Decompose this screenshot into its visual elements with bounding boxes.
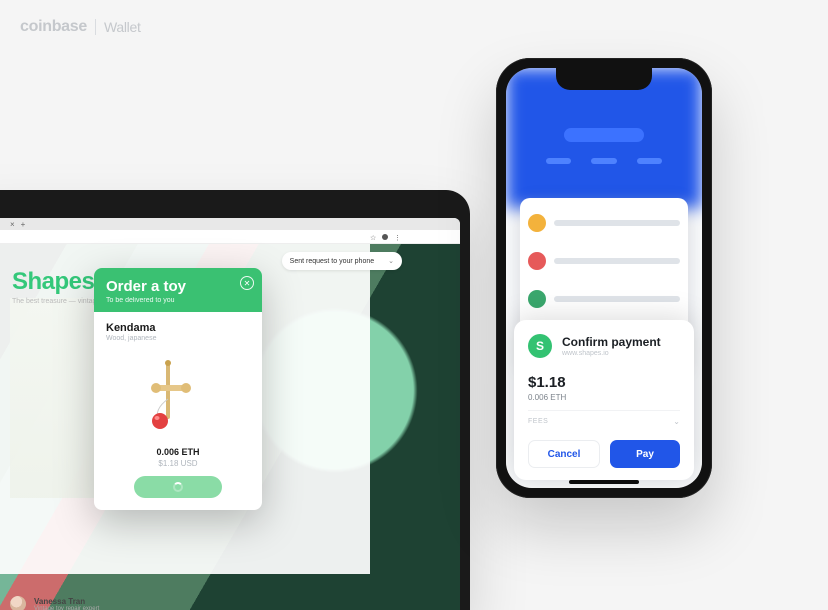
product-name: Wallet xyxy=(104,19,141,35)
avatar xyxy=(10,596,26,610)
phone-screen: S Confirm payment www.shapes.io $1.18 0.… xyxy=(506,68,702,488)
blur-row xyxy=(528,290,680,308)
pay-button[interactable]: Pay xyxy=(610,440,680,468)
page-title: Shapes xyxy=(12,268,94,296)
amount-eth: 0.006 ETH xyxy=(528,393,680,402)
item-price-eth: 0.006 ETH xyxy=(106,447,250,457)
merchant-avatar: S xyxy=(528,334,552,358)
author-strip: Vanessa Tran Vintage toy repair expert xyxy=(10,596,99,610)
sheet-actions: Cancel Pay xyxy=(528,440,680,468)
fees-row[interactable]: FEES ⌄ xyxy=(528,410,680,426)
tab-close-icon[interactable]: × xyxy=(10,220,15,229)
status-text: Sent request to your phone xyxy=(290,258,374,265)
author-name: Vanessa Tran xyxy=(34,597,99,606)
brand-name: coinbase xyxy=(20,18,87,36)
fees-label: FEES xyxy=(528,418,548,425)
blur-row xyxy=(528,214,680,232)
blur-pill xyxy=(564,128,644,142)
close-icon[interactable]: ✕ xyxy=(240,276,254,290)
browser-toolbar: ☆ ⋮ xyxy=(0,230,460,244)
status-pill[interactable]: Sent request to your phone ⌄ xyxy=(282,252,402,270)
item-description: Wood, japanese xyxy=(106,335,250,342)
author-role: Vintage toy repair expert xyxy=(34,606,99,610)
phone-notch xyxy=(556,68,652,90)
merchant-initial: S xyxy=(536,339,544,353)
modal-title: Order a toy xyxy=(106,278,250,295)
browser-tab-strip: × + xyxy=(0,218,460,230)
modal-body: Kendama Wood, japanese 0.006 ETH xyxy=(94,312,262,510)
star-icon[interactable]: ☆ xyxy=(370,234,376,240)
profile-avatar-icon[interactable] xyxy=(382,234,388,240)
cancel-label: Cancel xyxy=(548,449,581,460)
laptop-screen: × + ☆ ⋮ Shapes The best treasure — vinta… xyxy=(0,218,460,610)
item-price-usd: $1.18 USD xyxy=(106,459,250,468)
chevron-down-icon: ⌄ xyxy=(673,417,680,426)
tab-add-icon[interactable]: + xyxy=(21,220,26,229)
sheet-header: S Confirm payment www.shapes.io xyxy=(528,334,680,358)
order-toy-modal: Order a toy To be delivered to you ✕ Ken… xyxy=(94,268,262,510)
blur-tabs xyxy=(546,158,662,166)
loading-button[interactable] xyxy=(134,476,222,498)
item-image xyxy=(106,346,250,443)
modal-subtitle: To be delivered to you xyxy=(106,297,250,304)
phone-device: S Confirm payment www.shapes.io $1.18 0.… xyxy=(496,58,712,498)
chevron-down-icon: ⌄ xyxy=(388,257,394,265)
menu-icon[interactable]: ⋮ xyxy=(394,234,400,240)
sheet-title: Confirm payment xyxy=(562,335,661,349)
item-name: Kendama xyxy=(106,322,250,334)
blur-row xyxy=(528,252,680,270)
amount-usd: $1.18 xyxy=(528,374,680,391)
cancel-button[interactable]: Cancel xyxy=(528,440,600,468)
confirm-payment-sheet: S Confirm payment www.shapes.io $1.18 0.… xyxy=(514,320,694,480)
modal-header: Order a toy To be delivered to you ✕ xyxy=(94,268,262,312)
divider xyxy=(95,19,96,35)
brand-logo: coinbase Wallet xyxy=(20,18,141,36)
merchant-url: www.shapes.io xyxy=(562,350,661,357)
home-indicator[interactable] xyxy=(569,480,639,484)
laptop-device: × + ☆ ⋮ Shapes The best treasure — vinta… xyxy=(0,190,470,610)
pay-label: Pay xyxy=(636,449,654,460)
spinner-icon xyxy=(173,482,183,492)
